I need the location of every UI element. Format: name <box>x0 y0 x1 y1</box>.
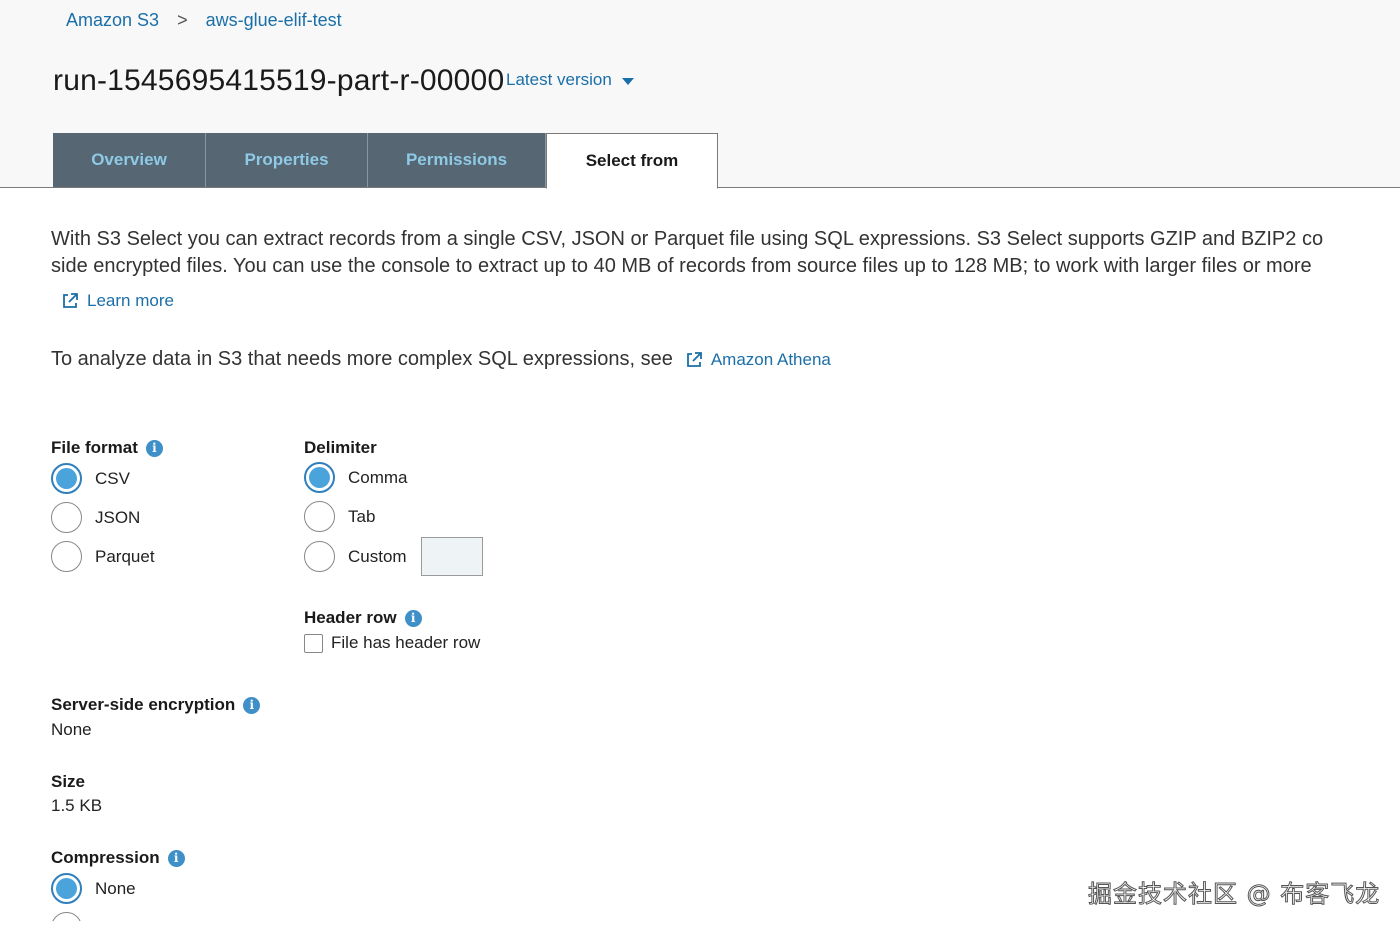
radio-unchecked-icon <box>304 501 335 532</box>
delimiter-custom-radio[interactable]: Custom <box>304 541 407 572</box>
compression-label: Compression i <box>51 848 185 868</box>
radio-unchecked-icon <box>51 541 82 572</box>
encryption-label: Server-side encryption i <box>51 695 261 715</box>
analyze-label: To analyze data in S3 that needs more co… <box>51 348 673 370</box>
delimiter-label: Delimiter <box>304 438 377 458</box>
tab-properties[interactable]: Properties <box>206 133 368 187</box>
intro-text: With S3 Select you can extract records f… <box>51 226 1323 280</box>
compression-none-radio[interactable]: None <box>51 873 136 904</box>
header-row-checkbox[interactable]: File has header row <box>304 633 480 653</box>
tab-select-from[interactable]: Select from <box>546 133 718 189</box>
compression-title: Compression <box>51 848 160 867</box>
watermark-text: 掘金技术社区 @ 布客飞龙 <box>1087 880 1381 909</box>
file-format-parquet-label: Parquet <box>95 546 155 566</box>
version-dropdown[interactable]: Latest version <box>506 70 634 90</box>
checkbox-unchecked-icon <box>304 633 323 653</box>
external-link-icon <box>686 351 702 367</box>
info-icon[interactable]: i <box>145 439 163 457</box>
breadcrumb-bucket-link[interactable]: aws-glue-elif-test <box>206 10 342 31</box>
file-format-csv-radio[interactable]: CSV <box>51 463 130 494</box>
analyze-text: To analyze data in S3 that needs more co… <box>51 348 831 371</box>
version-dropdown-label: Latest version <box>506 70 612 89</box>
header-row-label: Header row i <box>304 608 422 628</box>
radio-checked-icon <box>51 463 82 494</box>
size-label: Size <box>51 772 85 792</box>
delimiter-comma-label: Comma <box>348 467 408 487</box>
encryption-value: None <box>51 720 92 739</box>
delimiter-comma-radio[interactable]: Comma <box>304 462 408 493</box>
delimiter-custom-label: Custom <box>348 546 407 566</box>
tab-overview[interactable]: Overview <box>53 133 206 187</box>
info-icon[interactable]: i <box>404 609 422 627</box>
custom-delimiter-input[interactable] <box>421 537 483 576</box>
intro-line-2: side encrypted files. You can use the co… <box>51 255 1312 277</box>
learn-more-label: Learn more <box>87 291 174 310</box>
breadcrumb-separator: > <box>177 10 188 30</box>
bottom-edge <box>0 921 1400 929</box>
file-format-label: File format i <box>51 438 163 458</box>
file-format-csv-label: CSV <box>95 468 130 488</box>
tab-permissions[interactable]: Permissions <box>368 133 546 187</box>
header-row-title: Header row <box>304 608 397 627</box>
radio-unchecked-icon <box>304 541 335 572</box>
file-format-title: File format <box>51 438 138 457</box>
delimiter-tab-label: Tab <box>348 506 376 526</box>
learn-more-link[interactable]: Learn more <box>61 291 174 311</box>
radio-unchecked-icon <box>51 502 82 533</box>
radio-checked-icon <box>304 462 335 493</box>
delimiter-tab-radio[interactable]: Tab <box>304 501 375 532</box>
info-icon[interactable]: i <box>243 696 261 714</box>
file-format-json-radio[interactable]: JSON <box>51 502 140 533</box>
header-row-checkbox-label: File has header row <box>331 633 481 652</box>
breadcrumb: Amazon S3 > aws-glue-elif-test <box>66 10 342 31</box>
file-format-json-label: JSON <box>95 507 141 527</box>
caret-down-icon <box>621 77 634 85</box>
compression-none-label: None <box>95 878 136 898</box>
page-title: run-1545695415519-part-r-00000 <box>53 64 505 97</box>
amazon-athena-link[interactable]: Amazon Athena <box>685 350 831 370</box>
size-value: 1.5 KB <box>51 796 103 815</box>
radio-checked-icon <box>51 873 82 904</box>
breadcrumb-amazon-s3-link[interactable]: Amazon S3 <box>66 10 159 31</box>
info-icon[interactable]: i <box>167 849 185 867</box>
delimiter-title: Delimiter <box>304 438 377 457</box>
file-format-parquet-radio[interactable]: Parquet <box>51 541 155 572</box>
amazon-athena-label: Amazon Athena <box>710 349 831 369</box>
intro-line-1: With S3 Select you can extract records f… <box>51 228 1324 250</box>
size-title: Size <box>51 772 86 791</box>
external-link-icon <box>63 293 78 308</box>
encryption-title: Server-side encryption <box>51 695 236 714</box>
